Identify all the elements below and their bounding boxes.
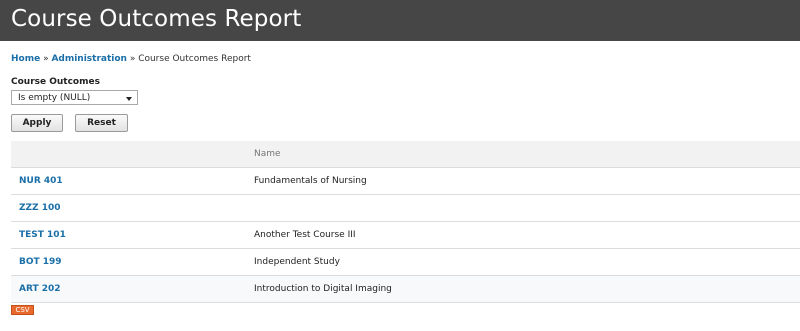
apply-button[interactable]: Apply [11,114,63,132]
breadcrumb: Home » Administration » Course Outcomes … [11,54,251,64]
breadcrumb-home-link[interactable]: Home [11,54,40,64]
course-outcomes-filter-label: Course Outcomes [11,77,100,87]
course-name: Introduction to Digital Imaging [254,284,392,294]
column-header-name[interactable]: Name [254,149,281,159]
table-header-row: Name [11,141,800,168]
course-outcomes-select-value: Is empty (NULL) [18,93,91,103]
course-code-link[interactable]: ZZZ 100 [19,203,61,213]
page-title: Course Outcomes Report [11,6,302,32]
course-name: Independent Study [254,257,340,267]
course-code-link[interactable]: NUR 401 [19,176,63,186]
table-row: BOT 199 Independent Study [11,249,800,276]
table-row: TEST 101 Another Test Course III [11,222,800,249]
breadcrumb-separator: » [126,54,139,64]
csv-export-button[interactable]: CSV [11,305,34,315]
course-code-link[interactable]: TEST 101 [19,230,66,240]
table-row: NUR 401 Fundamentals of Nursing [11,168,800,195]
table-row: ART 202 Introduction to Digital Imaging [11,276,800,303]
page-header: Course Outcomes Report [0,0,800,41]
table-row: ZZZ 100 [11,195,800,222]
breadcrumb-administration-link[interactable]: Administration [51,54,127,64]
course-outcomes-select[interactable]: Is empty (NULL) [11,90,138,105]
chevron-down-icon [126,97,132,101]
course-name: Another Test Course III [254,230,356,240]
course-name: Fundamentals of Nursing [254,176,367,186]
breadcrumb-separator: » [40,54,52,64]
reset-button[interactable]: Reset [75,114,128,132]
course-outcomes-table: Name NUR 401 Fundamentals of Nursing ZZZ… [11,141,800,303]
course-code-link[interactable]: ART 202 [19,284,61,294]
course-code-link[interactable]: BOT 199 [19,257,62,267]
breadcrumb-current: Course Outcomes Report [138,54,251,64]
